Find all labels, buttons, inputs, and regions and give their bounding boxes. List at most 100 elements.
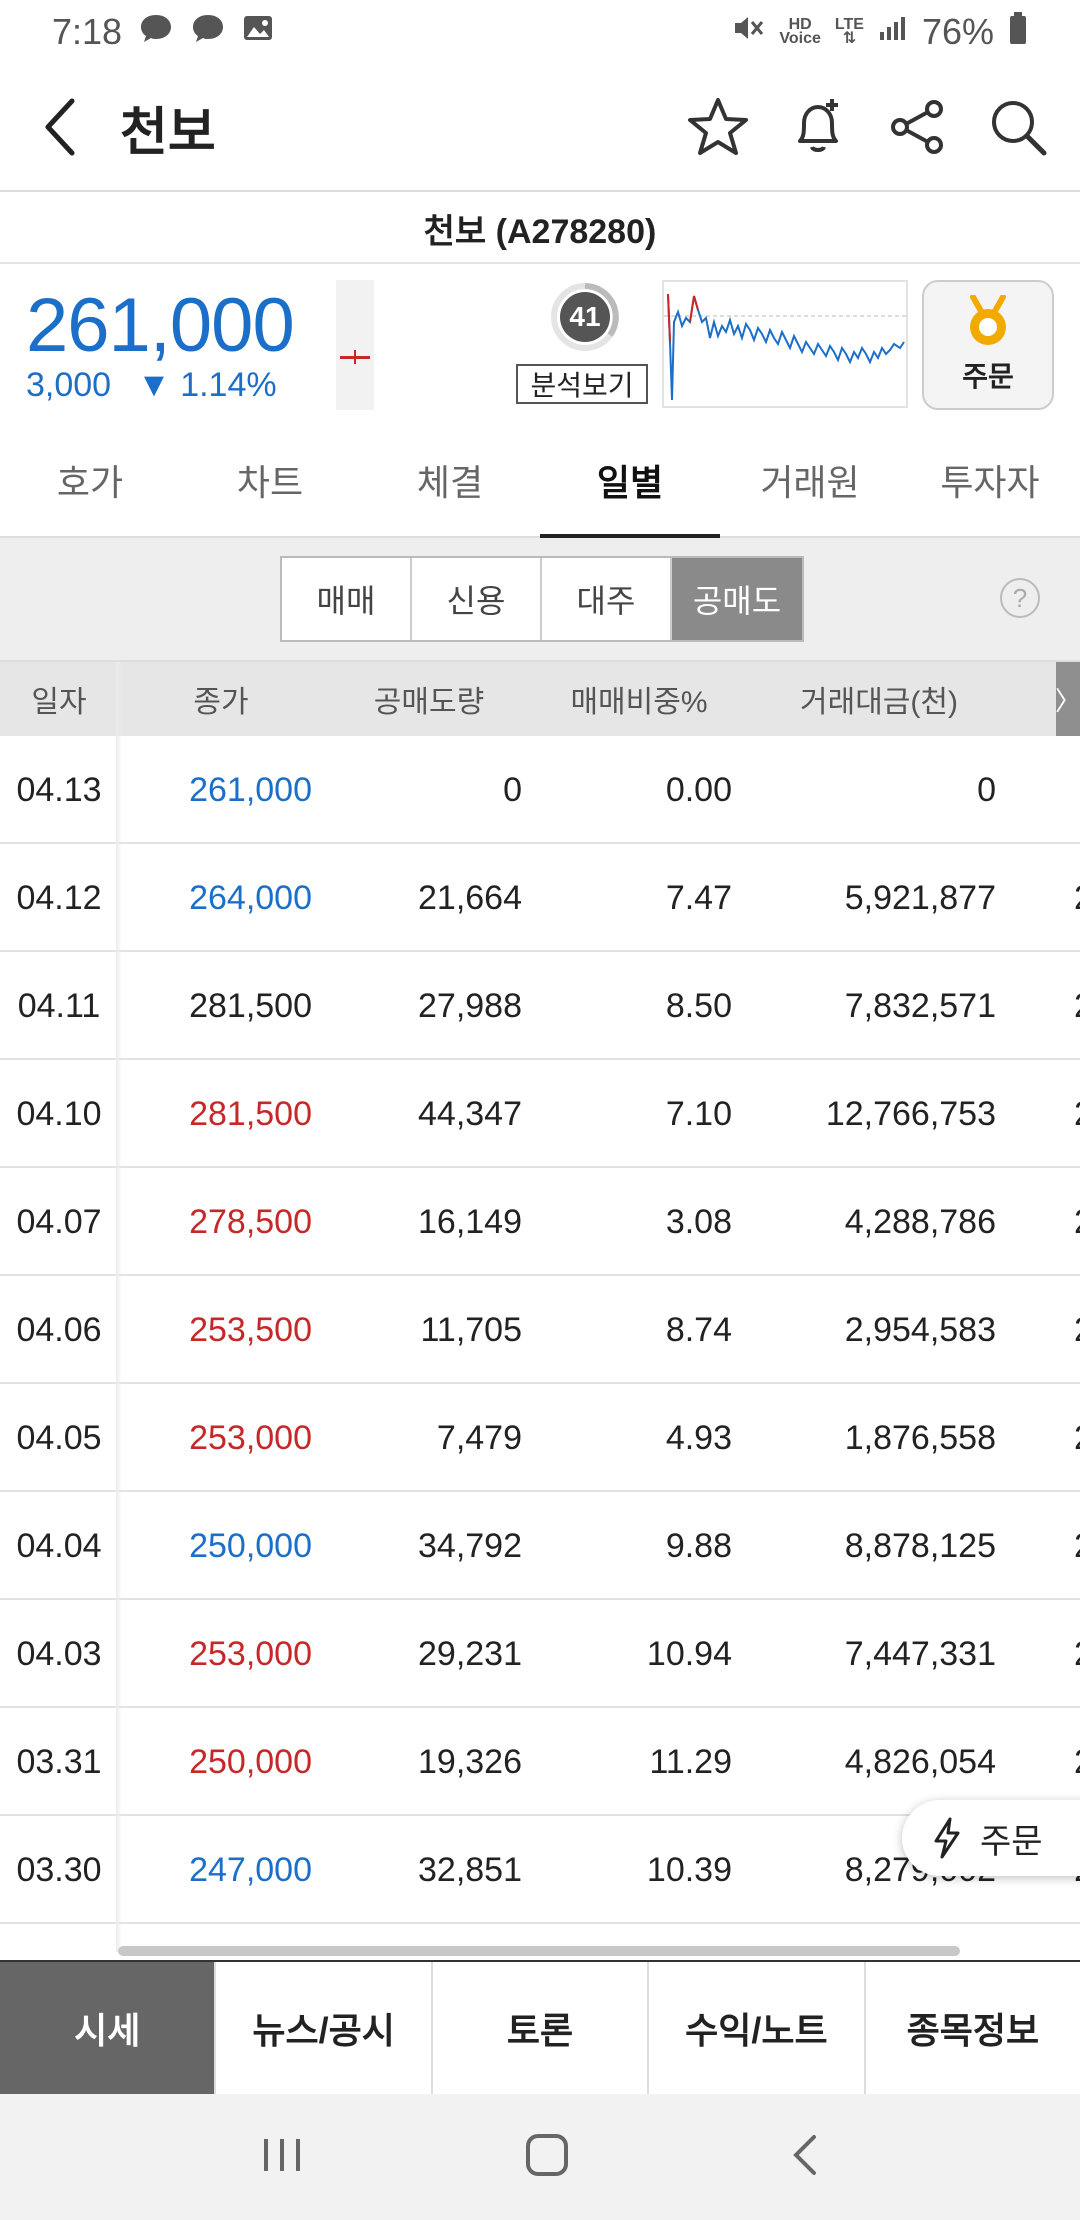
battery-percent: 76% (921, 11, 994, 52)
score-value: 41 (569, 301, 601, 332)
row-close-price: 264,000 (189, 878, 312, 917)
segment-short-selling[interactable]: 공매도 (672, 558, 802, 640)
tab-daily[interactable]: 일별 (540, 424, 720, 538)
table-row[interactable]: 04.03 253,000 29,231 10.94 7,447,331 2 (0, 1600, 1080, 1708)
row-close-price: 247,000 (189, 1850, 312, 1889)
row-short-volume: 44,347 (418, 1094, 522, 1133)
row-trade-amount: 12,766,753 (825, 1094, 996, 1133)
row-date: 04.05 (16, 1418, 102, 1457)
floating-order-label: 주문 (980, 1822, 1043, 1861)
row-trade-ratio: 11.29 (649, 1742, 732, 1781)
row-close-price: 261,000 (189, 770, 312, 809)
price-summary: 261,000 3,000 ▼ 1.14% 41 분석보기 주문 (0, 266, 1080, 416)
price-change: 3,000 ▼ 1.14% (26, 366, 277, 405)
down-arrow-icon: ▼ (137, 366, 171, 404)
star-icon (688, 98, 748, 155)
medal-icon (970, 295, 1006, 345)
table-row[interactable]: 04.11 281,500 27,988 8.50 7,832,571 2 (0, 952, 1080, 1060)
row-trade-ratio: 0.00 (665, 770, 732, 809)
status-bar: 7:18 HD Voice LTE ⇅ 76% (0, 0, 1080, 64)
col-trade-ratio: 매매비중% (570, 686, 708, 719)
nav-discussion[interactable]: 토론 (432, 1962, 650, 2094)
help-icon[interactable]: ? (1000, 578, 1040, 618)
row-close-price: 250,000 (189, 1742, 312, 1781)
row-short-volume: 16,149 (418, 1202, 522, 1241)
bottom-nav: 시세 뉴스/공시 토론 수익/노트 종목정보 (0, 1960, 1080, 2094)
row-date: 03.30 (16, 1850, 102, 1889)
row-date: 04.06 (16, 1310, 102, 1349)
table-row[interactable]: 04.06 253,500 11,705 8.74 2,954,583 2 (0, 1276, 1080, 1384)
col-trade-amount: 거래대금(천) (800, 686, 958, 719)
table-row[interactable]: 04.07 278,500 16,149 3.08 4,288,786 2 (0, 1168, 1080, 1276)
table-row[interactable]: 04.05 253,000 7,479 4.93 1,876,558 2 (0, 1384, 1080, 1492)
order-label: 주문 (962, 361, 1014, 392)
current-price: 261,000 (26, 283, 295, 368)
row-close-price: 253,000 (189, 1634, 312, 1673)
segment-lending[interactable]: 대주 (542, 558, 672, 640)
tab-trades[interactable]: 체결 (360, 424, 540, 536)
image-icon (242, 13, 274, 51)
row-close-price: 281,500 (189, 1094, 312, 1133)
row-trade-ratio: 8.74 (665, 1310, 732, 1349)
nav-profit-note[interactable]: 수익/노트 (649, 1962, 866, 2094)
col-close: 종가 (193, 686, 249, 719)
row-date: 04.12 (16, 878, 102, 917)
tab-chart[interactable]: 차트 (180, 424, 360, 536)
row-trade-ratio: 8.50 (665, 986, 732, 1025)
nav-quote[interactable]: 시세 (0, 1962, 217, 2094)
back-button[interactable] (0, 63, 120, 191)
share-button[interactable] (886, 95, 950, 159)
tab-brokers[interactable]: 거래원 (720, 424, 900, 536)
row-clipped-value: 2 (1074, 1600, 1080, 1708)
tab-orderbook[interactable]: 호가 (0, 424, 180, 536)
row-short-volume: 34,792 (418, 1526, 522, 1565)
segment-trading[interactable]: 매매 (282, 558, 412, 640)
row-trade-ratio: 3.08 (665, 1202, 732, 1241)
alert-button[interactable] (786, 95, 850, 159)
tab-investors[interactable]: 투자자 (900, 424, 1080, 536)
row-short-volume: 32,851 (418, 1850, 522, 1889)
page-title: 천보 (120, 103, 216, 162)
row-short-volume: 21,664 (418, 878, 522, 917)
table-header: 일자 종가 공매도량 매매비중% 거래대금(천) 〉 (0, 662, 1080, 736)
nav-news[interactable]: 뉴스/공시 (216, 1962, 433, 2094)
favorite-button[interactable] (686, 95, 750, 159)
table-row[interactable]: 03.31250,00019,32611.294,826,0542 (0, 1708, 1080, 1816)
system-nav-bar (0, 2094, 1080, 2220)
floating-order-button[interactable]: 주문 (902, 1800, 1080, 1876)
search-button[interactable] (986, 95, 1050, 159)
detail-tabs: 호가 차트 체결 일별 거래원 투자자 (0, 424, 1080, 538)
stock-name-code: 천보 (A278280) (0, 194, 1080, 264)
analysis-button[interactable]: 분석보기 (516, 364, 648, 404)
home-button[interactable] (524, 2132, 570, 2183)
segment-credit[interactable]: 신용 (412, 558, 542, 640)
row-short-volume: 7,479 (436, 1418, 522, 1457)
row-close-price: 281,500 (189, 986, 312, 1025)
table-row[interactable]: 04.12 264,000 21,664 7.47 5,921,877 2 (0, 844, 1080, 952)
nav-stock-info[interactable]: 종목정보 (865, 1962, 1080, 2094)
scroll-right-icon[interactable]: 〉 (1055, 662, 1080, 736)
recents-button[interactable] (260, 2135, 304, 2180)
intraday-sparkline[interactable] (662, 280, 908, 408)
row-trade-amount: 4,288,786 (844, 1202, 996, 1241)
horizontal-scrollbar[interactable] (118, 1946, 960, 1956)
row-date: 03.31 (16, 1742, 102, 1781)
row-clipped-value: 2 (1074, 1168, 1080, 1276)
system-back-button[interactable] (790, 2133, 820, 2182)
segment-bar: 매매 신용 대주 공매도 ? (0, 538, 1080, 662)
row-clipped-value: 2 (1074, 1060, 1080, 1168)
order-button[interactable]: 주문 (922, 280, 1054, 410)
row-trade-amount: 7,832,571 (844, 986, 996, 1025)
table-row[interactable]: 04.10 281,500 44,347 7.10 12,766,753 2 (0, 1060, 1080, 1168)
table-row[interactable]: 04.13 261,000 0 0.00 0 (0, 736, 1080, 844)
segment-control: 매매 신용 대주 공매도 (280, 556, 804, 642)
row-clipped-value: 2 (1074, 952, 1080, 1060)
row-trade-ratio: 7.47 (665, 878, 732, 917)
row-short-volume: 0 (503, 770, 522, 809)
row-trade-ratio: 7.10 (665, 1094, 732, 1133)
row-short-volume: 27,988 (418, 986, 522, 1025)
analysis-score[interactable]: 41 분석보기 (516, 282, 648, 404)
table-row[interactable]: 04.04 250,000 34,792 9.88 8,878,125 2 (0, 1492, 1080, 1600)
signal-icon (878, 14, 908, 50)
row-date: 04.03 (16, 1634, 102, 1673)
